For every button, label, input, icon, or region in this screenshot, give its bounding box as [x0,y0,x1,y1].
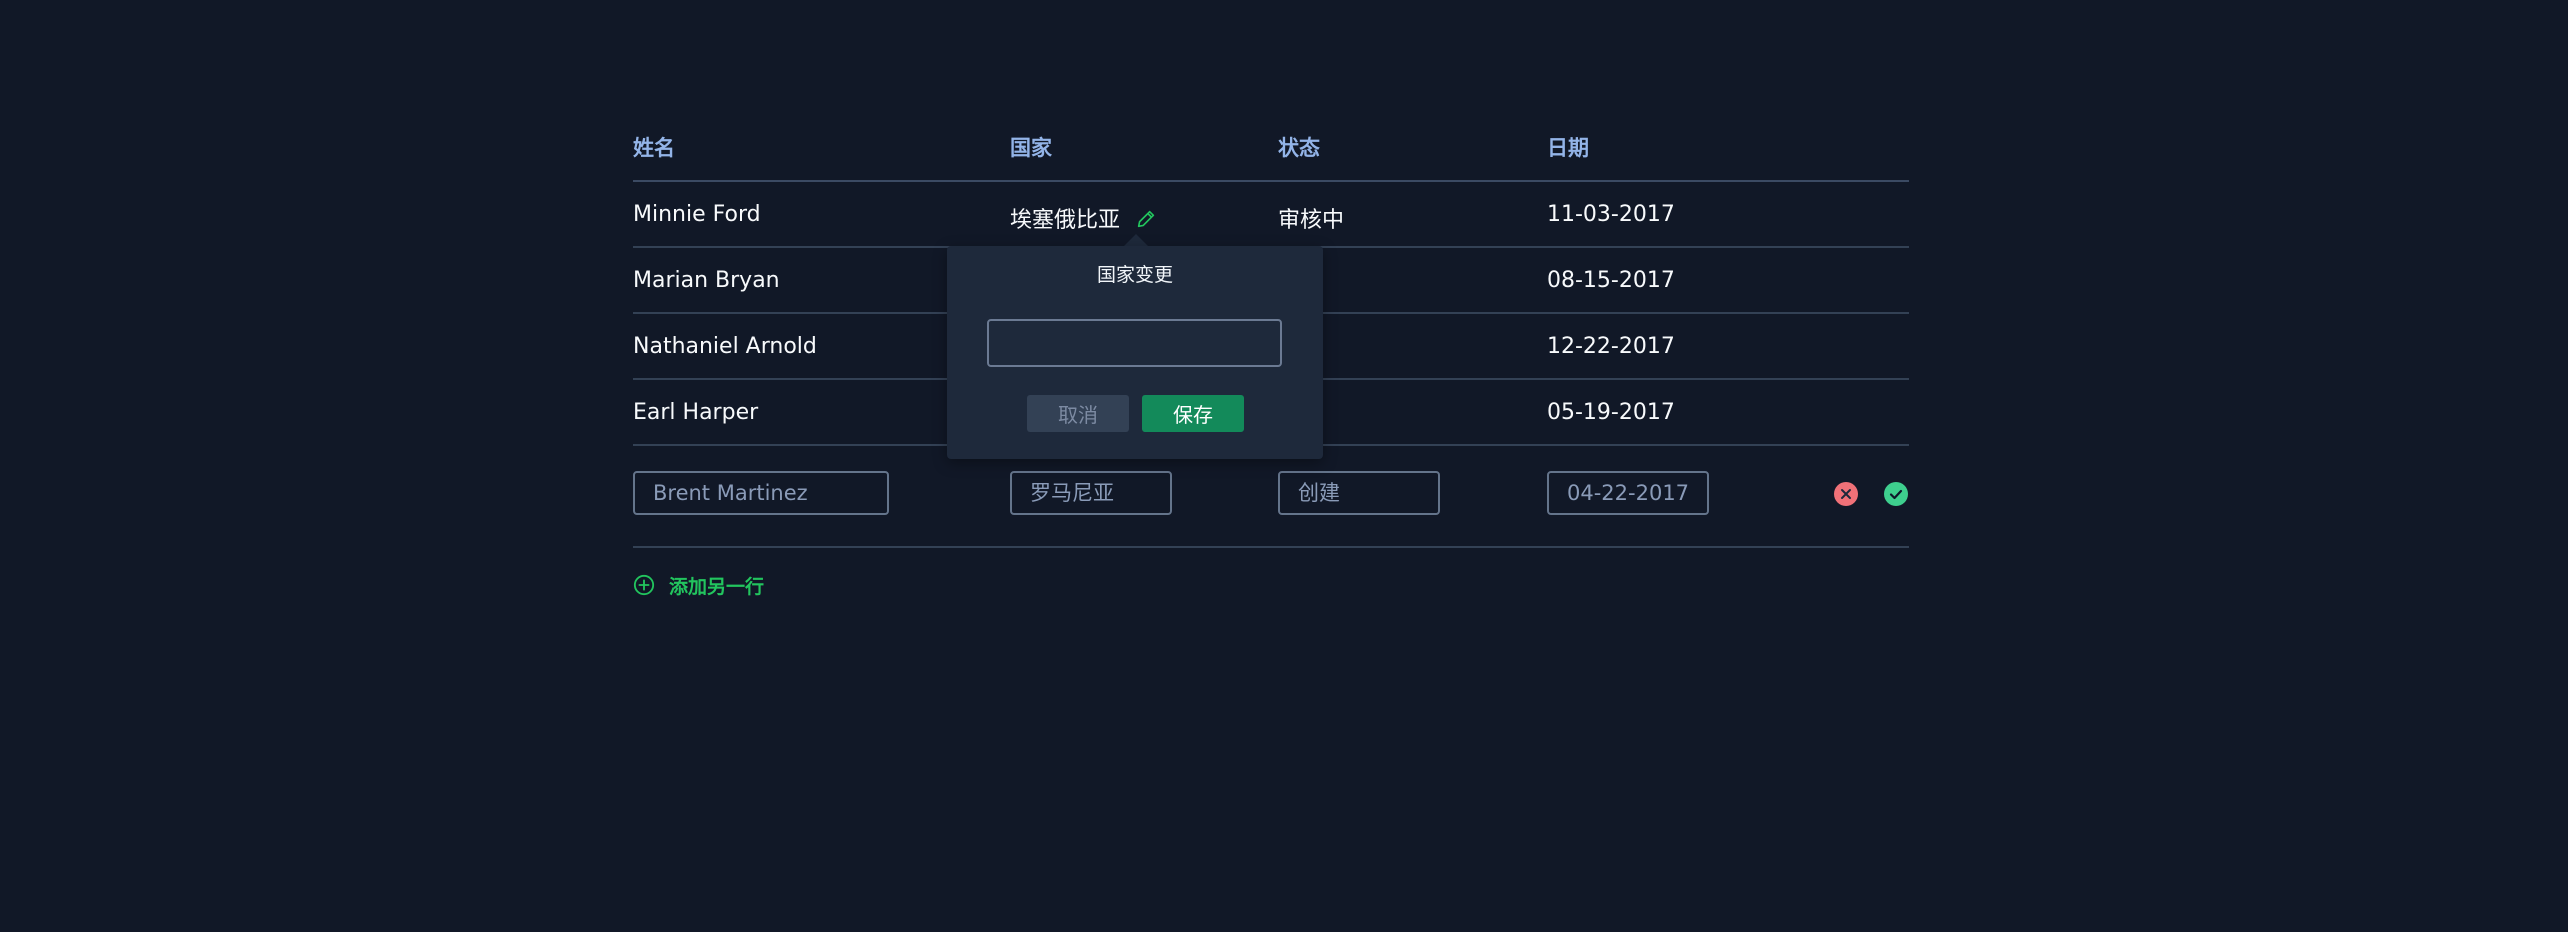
header-status: 状态 [1278,136,1320,160]
country-edit-popover: 国家变更 取消 保存 [947,246,1323,459]
save-button[interactable]: 保存 [1142,395,1244,432]
cell-date: 12-22-2017 [1547,334,1675,359]
cell-status: 审核中 [1278,208,1345,233]
cell-date: 08-15-2017 [1547,268,1675,293]
popover-arrow [1124,234,1148,246]
cell-country[interactable]: 埃塞俄比亚 [1010,202,1157,234]
cell-date: 11-03-2017 [1547,202,1675,227]
table-header: 姓名 国家 状态 日期 [633,126,1909,182]
cell-name: Earl Harper [633,400,759,425]
country-input[interactable] [1010,471,1172,515]
check-circle-icon[interactable] [1884,482,1908,506]
table-row: Minnie Ford 埃塞俄比亚 审核中 11-03-2017 [633,182,1909,248]
cell-name: Minnie Ford [633,202,761,227]
date-input[interactable] [1547,471,1709,515]
popover-title: 国家变更 [1096,264,1173,286]
country-edit-input[interactable] [987,319,1282,367]
cell-name: Marian Bryan [633,268,780,293]
pencil-icon[interactable] [1135,208,1157,230]
name-input[interactable] [633,471,889,515]
cell-country-text: 埃塞俄比亚 [1010,208,1121,233]
header-name: 姓名 [633,136,675,160]
header-date: 日期 [1547,136,1589,160]
plus-circle-icon [633,574,655,596]
status-input[interactable] [1278,471,1440,515]
header-country: 国家 [1010,136,1052,160]
add-row-label: 添加另一行 [669,575,765,598]
page: 姓名 国家 状态 日期 Minnie Ford 埃塞俄比亚 审核中 11-03-… [0,0,2568,932]
close-circle-icon[interactable] [1834,482,1858,506]
cell-date: 05-19-2017 [1547,400,1675,425]
add-row-button[interactable]: 添加另一行 [633,570,764,600]
cancel-button[interactable]: 取消 [1027,395,1129,432]
cell-name: Nathaniel Arnold [633,334,817,359]
new-row-editor [633,444,1909,548]
